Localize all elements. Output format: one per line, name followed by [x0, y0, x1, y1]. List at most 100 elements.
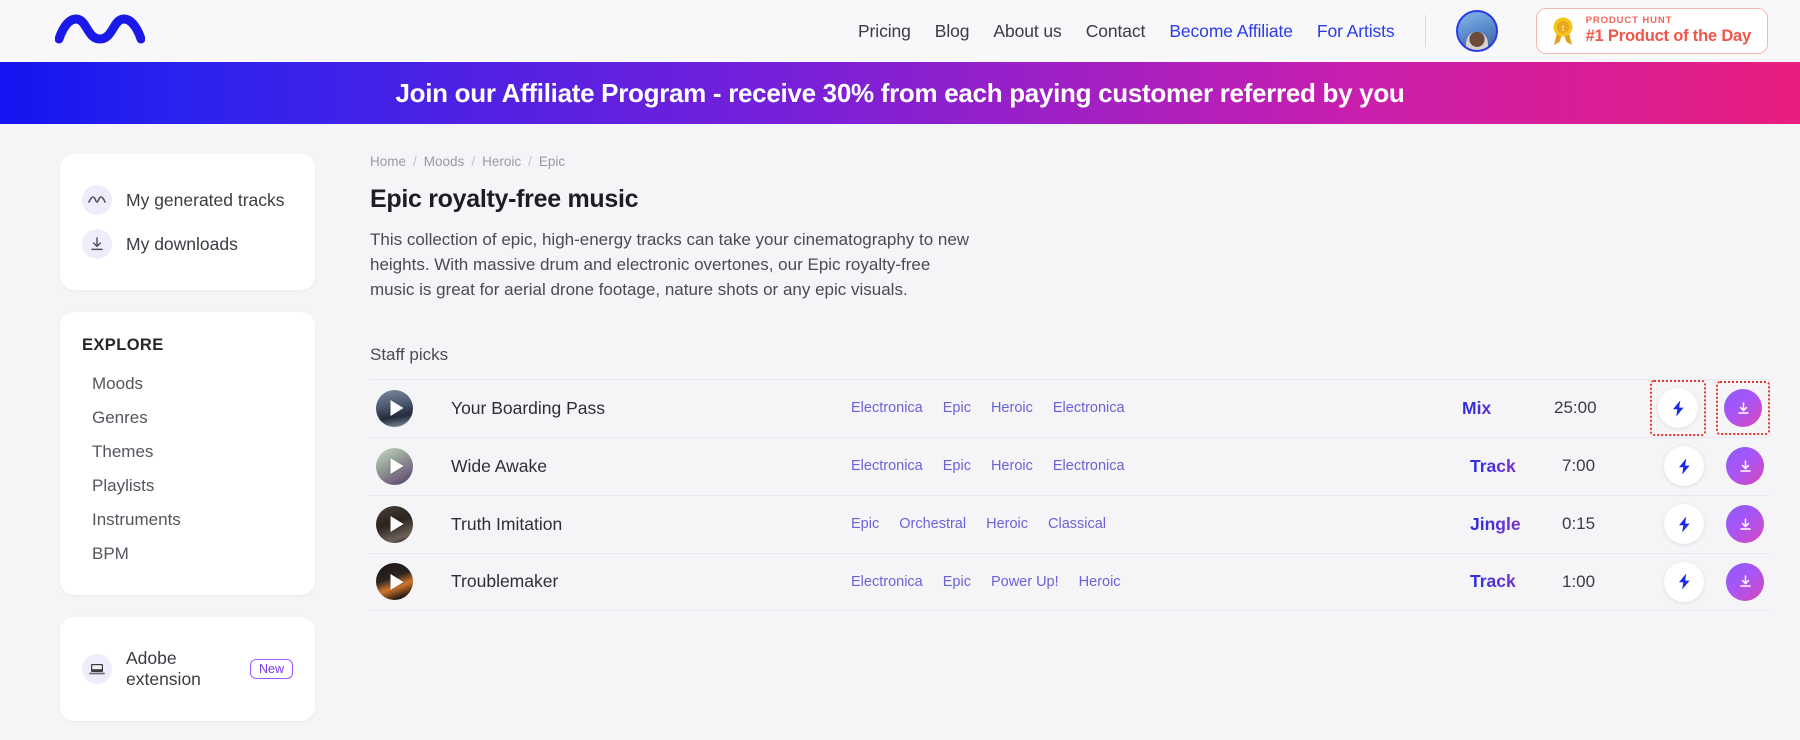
track-duration: 25:00	[1554, 398, 1650, 418]
section-label-staff-picks: Staff picks	[370, 345, 1770, 365]
breadcrumb-separator: /	[528, 154, 532, 169]
nav-link-about-us[interactable]: About us	[993, 21, 1061, 42]
track-type: Track	[1470, 571, 1562, 592]
svg-text:1: 1	[1561, 26, 1565, 33]
product-hunt-badge[interactable]: 1 PRODUCT HUNT #1 Product of the Day	[1536, 8, 1768, 54]
breadcrumb-item-epic[interactable]: Epic	[539, 154, 565, 169]
tag-link[interactable]: Classical	[1048, 516, 1106, 532]
track-duration: 7:00	[1562, 456, 1658, 476]
sidebar-item-label: My downloads	[126, 234, 238, 255]
lightning-bolt-icon	[1675, 572, 1694, 591]
table-row[interactable]: Troublemaker Electronica Epic Power Up! …	[370, 553, 1770, 611]
table-row[interactable]: Truth Imitation Epic Orchestral Heroic C…	[370, 495, 1770, 553]
nav-divider	[1425, 15, 1426, 47]
product-hunt-kicker: PRODUCT HUNT	[1586, 16, 1751, 27]
sidebar-item-label: Adobe extension	[126, 648, 227, 690]
nav-link-for-artists[interactable]: For Artists	[1317, 21, 1395, 42]
lightning-bolt-icon	[1675, 515, 1694, 534]
track-actions	[1650, 380, 1770, 436]
download-wrap	[1720, 557, 1770, 607]
tag-link[interactable]: Electronica	[851, 458, 923, 474]
track-duration: 0:15	[1562, 514, 1658, 534]
download-button[interactable]	[1726, 447, 1764, 485]
track-tags: Electronica Epic Power Up! Heroic	[851, 574, 1470, 590]
tag-link[interactable]: Epic	[943, 574, 971, 590]
track-thumbnail[interactable]	[376, 506, 413, 543]
track-thumbnail[interactable]	[376, 563, 413, 600]
mubert-wave-logo-icon	[55, 14, 145, 48]
track-list: Your Boarding Pass Electronica Epic Hero…	[370, 379, 1770, 611]
track-name: Your Boarding Pass	[451, 398, 851, 419]
sidebar-item-adobe-extension[interactable]: Adobe extension New	[82, 641, 293, 697]
sidebar-item-themes[interactable]: Themes	[82, 435, 293, 469]
tag-link[interactable]: Epic	[943, 400, 971, 416]
status-badge: New	[250, 659, 293, 679]
track-type: Track	[1470, 456, 1562, 477]
track-name: Wide Awake	[451, 456, 851, 477]
breadcrumb-item-heroic[interactable]: Heroic	[482, 154, 521, 169]
play-icon	[390, 574, 403, 590]
table-row[interactable]: Your Boarding Pass Electronica Epic Hero…	[370, 379, 1770, 437]
product-hunt-text: PRODUCT HUNT #1 Product of the Day	[1586, 16, 1751, 46]
nav-link-pricing[interactable]: Pricing	[858, 21, 911, 42]
sidebar: My generated tracks My downloads EXPLORE…	[0, 154, 315, 740]
tag-link[interactable]: Heroic	[1079, 574, 1121, 590]
play-icon	[390, 400, 403, 416]
nav-link-become-affiliate[interactable]: Become Affiliate	[1169, 21, 1293, 42]
download-button[interactable]	[1726, 505, 1764, 543]
nav-link-blog[interactable]: Blog	[935, 21, 970, 42]
tag-link[interactable]: Epic	[943, 458, 971, 474]
generate-similar-button[interactable]	[1664, 562, 1704, 602]
generate-similar-button[interactable]	[1664, 446, 1704, 486]
sidebar-item-bpm[interactable]: BPM	[82, 537, 293, 571]
tag-link[interactable]: Electronica	[1053, 458, 1125, 474]
nav-link-contact[interactable]: Contact	[1086, 21, 1146, 42]
tag-link[interactable]: Heroic	[986, 516, 1028, 532]
download-button[interactable]	[1724, 389, 1762, 427]
tag-link[interactable]: Electronica	[1053, 400, 1125, 416]
explore-heading: EXPLORE	[82, 336, 293, 355]
avatar[interactable]	[1456, 10, 1498, 52]
sidebar-item-my-generated-tracks[interactable]: My generated tracks	[82, 178, 293, 222]
sidebar-item-playlists[interactable]: Playlists	[82, 469, 293, 503]
download-icon	[1737, 458, 1754, 475]
sidebar-item-moods[interactable]: Moods	[82, 367, 293, 401]
tag-link[interactable]: Epic	[851, 516, 879, 532]
track-name: Troublemaker	[451, 571, 851, 592]
track-duration: 1:00	[1562, 572, 1658, 592]
sidebar-item-my-downloads[interactable]: My downloads	[82, 222, 293, 266]
breadcrumb-separator: /	[413, 154, 417, 169]
waveform-icon	[82, 185, 112, 215]
tag-link[interactable]: Orchestral	[899, 516, 966, 532]
generate-similar-wrap	[1658, 440, 1710, 492]
track-thumbnail[interactable]	[376, 390, 413, 427]
tag-link[interactable]: Power Up!	[991, 574, 1059, 590]
tag-link[interactable]: Electronica	[851, 400, 923, 416]
track-name: Truth Imitation	[451, 514, 851, 535]
sidebar-item-genres[interactable]: Genres	[82, 401, 293, 435]
tag-link[interactable]: Heroic	[991, 400, 1033, 416]
site-logo[interactable]	[55, 11, 151, 51]
breadcrumb-item-moods[interactable]: Moods	[424, 154, 465, 169]
lightning-bolt-icon	[1675, 457, 1694, 476]
page-title: Epic royalty-free music	[370, 185, 1770, 214]
generate-similar-button[interactable]	[1664, 504, 1704, 544]
main-content: Home / Moods / Heroic / Epic Epic royalt…	[315, 154, 1800, 740]
generate-similar-button[interactable]	[1658, 388, 1698, 428]
page-layout: My generated tracks My downloads EXPLORE…	[0, 124, 1800, 740]
track-thumbnail[interactable]	[376, 448, 413, 485]
play-icon	[390, 458, 403, 474]
breadcrumb-item-home[interactable]: Home	[370, 154, 406, 169]
track-actions	[1658, 440, 1770, 492]
table-row[interactable]: Wide Awake Electronica Epic Heroic Elect…	[370, 437, 1770, 495]
download-button[interactable]	[1726, 563, 1764, 601]
product-hunt-title: #1 Product of the Day	[1586, 27, 1751, 46]
affiliate-banner[interactable]: Join our Affiliate Program - receive 30%…	[0, 62, 1800, 124]
breadcrumb-separator: /	[471, 154, 475, 169]
sidebar-account-card: My generated tracks My downloads	[60, 154, 315, 290]
download-icon	[82, 229, 112, 259]
ribbon-award-icon: 1	[1550, 16, 1576, 46]
tag-link[interactable]: Electronica	[851, 574, 923, 590]
tag-link[interactable]: Heroic	[991, 458, 1033, 474]
sidebar-item-instruments[interactable]: Instruments	[82, 503, 293, 537]
